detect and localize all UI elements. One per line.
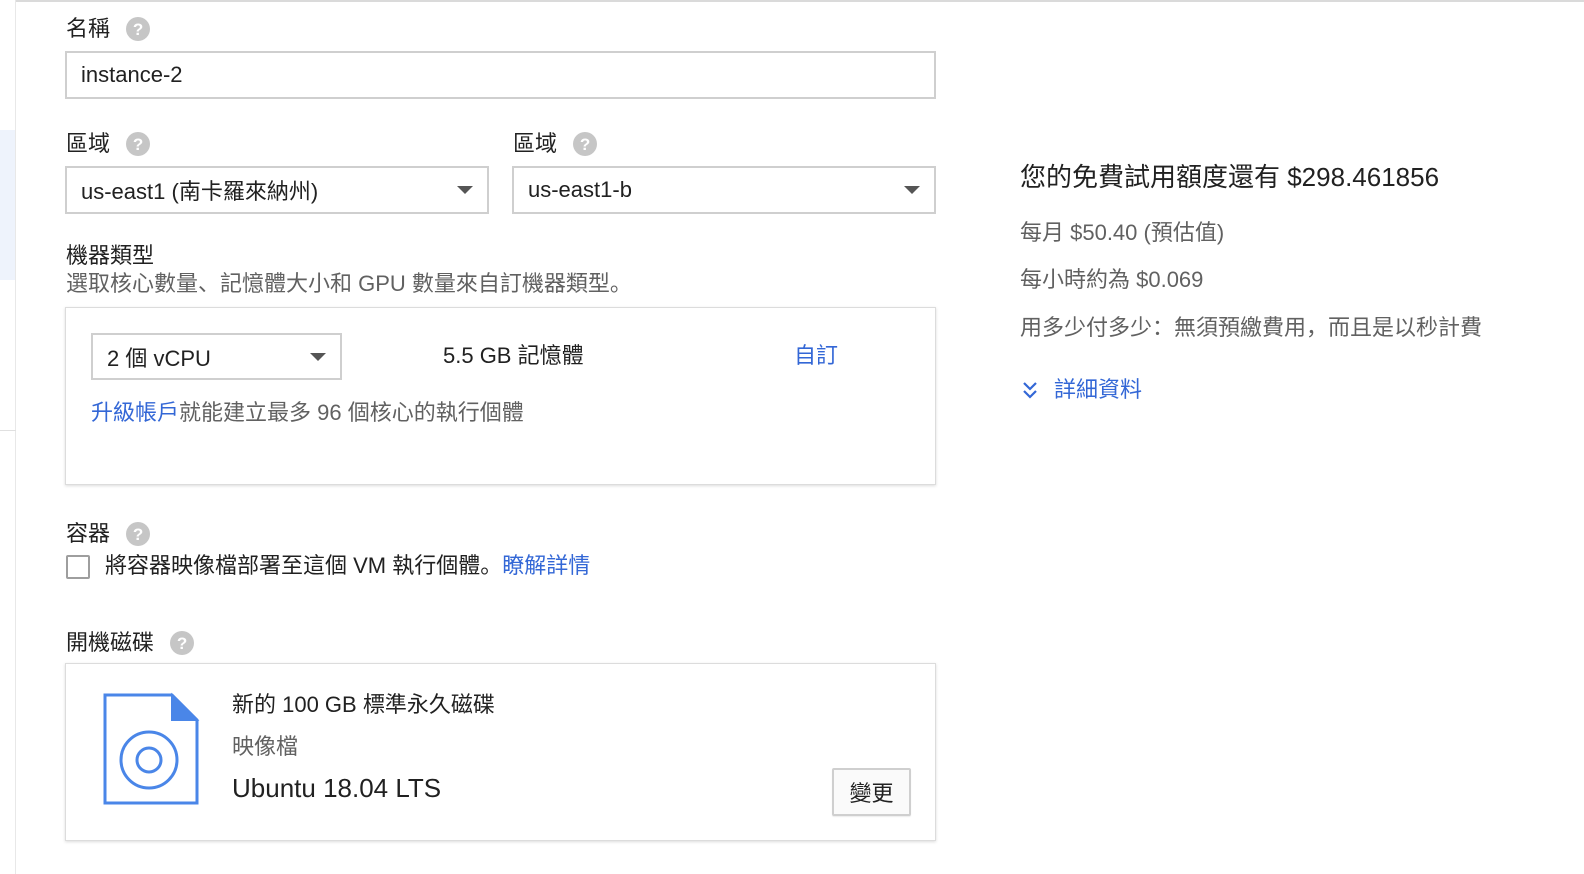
memory-text: 5.5 GB 記憶體 — [443, 343, 584, 368]
help-icon[interactable]: ? — [573, 132, 598, 156]
boot-disk-label-row: 開機磁碟 ? — [66, 629, 195, 657]
instance-name-input[interactable]: instance-2 — [65, 51, 936, 99]
upgrade-text: 就能建立最多 96 個核心的執行個體 — [179, 400, 524, 425]
help-icon[interactable]: ? — [126, 132, 151, 156]
vcpu-select[interactable]: 2 個 vCPU — [91, 333, 342, 380]
deploy-container-label: 將容器映像檔部署至這個 VM 執行個體。 — [105, 553, 503, 578]
machine-type-card: 2 個 vCPU 5.5 GB 記憶體 自訂 升級帳戶就能建立最多 96 個核心… — [65, 307, 936, 485]
zone-label: 區域 — [513, 131, 558, 156]
rail-separator — [0, 430, 16, 431]
image-value: Ubuntu 18.04 LTS — [232, 773, 442, 803]
change-button[interactable]: 變更 — [832, 768, 911, 816]
chevron-down-icon — [904, 186, 920, 194]
machine-type-description: 選取核心數量、記憶體大小和 GPU 數量來自訂機器類型。 — [66, 271, 632, 296]
zone-label-row: 區域 ? — [513, 130, 598, 158]
machine-type-label: 機器類型 — [66, 243, 155, 268]
help-icon[interactable]: ? — [170, 631, 195, 655]
name-label: 名稱 — [66, 16, 111, 41]
instance-name-value: instance-2 — [81, 62, 183, 87]
hourly-estimate: 每小時約為 $0.069 — [1020, 267, 1204, 292]
region-select[interactable]: us-east1 (南卡羅來納州) — [65, 166, 489, 214]
chevron-down-icon — [457, 186, 473, 194]
container-label: 容器 — [66, 521, 111, 546]
monthly-estimate: 每月 $50.40 (預估值) — [1020, 220, 1225, 245]
learn-more-link[interactable]: 瞭解詳情 — [502, 553, 590, 578]
disk-title: 新的 100 GB 標準永久磁碟 — [232, 692, 495, 717]
name-label-row: 名稱 ? — [66, 15, 151, 43]
vcpu-value: 2 個 vCPU — [107, 345, 211, 371]
left-navigation-rail — [0, 0, 16, 874]
region-label: 區域 — [66, 131, 111, 156]
boot-disk-label: 開機磁碟 — [66, 630, 155, 655]
upgrade-line: 升級帳戶就能建立最多 96 個核心的執行個體 — [91, 399, 524, 427]
help-icon[interactable]: ? — [126, 17, 151, 41]
container-label-row: 容器 ? — [66, 520, 151, 548]
chevron-down-icon — [310, 352, 326, 361]
double-chevron-down-icon — [1023, 382, 1037, 399]
top-divider — [16, 0, 1584, 3]
region-value: us-east1 (南卡羅來納州) — [81, 179, 319, 204]
zone-value: us-east1-b — [528, 177, 632, 202]
help-icon[interactable]: ? — [126, 522, 151, 546]
upgrade-account-link[interactable]: 升級帳戶 — [91, 400, 179, 425]
rail-active-indicator — [0, 130, 15, 280]
customize-link[interactable]: 自訂 — [794, 342, 838, 370]
region-label-row: 區域 ? — [66, 130, 151, 158]
disk-image-icon — [103, 692, 200, 805]
image-label: 映像檔 — [232, 734, 299, 759]
deploy-container-checkbox[interactable] — [66, 555, 90, 579]
details-toggle[interactable]: 詳細資料 — [1020, 376, 1142, 404]
details-link-label: 詳細資料 — [1054, 377, 1143, 402]
machine-type-label-row: 機器類型 — [66, 242, 154, 270]
billing-note: 用多少付多少：無須預繳費用，而且是以秒計費 — [1020, 315, 1483, 340]
zone-select[interactable]: us-east1-b — [512, 166, 936, 214]
container-option-text: 將容器映像檔部署至這個 VM 執行個體。瞭解詳情 — [105, 552, 590, 580]
free-trial-balance: 您的免費試用額度還有 $298.461856 — [1020, 162, 1440, 192]
boot-disk-card: 新的 100 GB 標準永久磁碟 映像檔 Ubuntu 18.04 LTS 變更 — [65, 663, 936, 841]
